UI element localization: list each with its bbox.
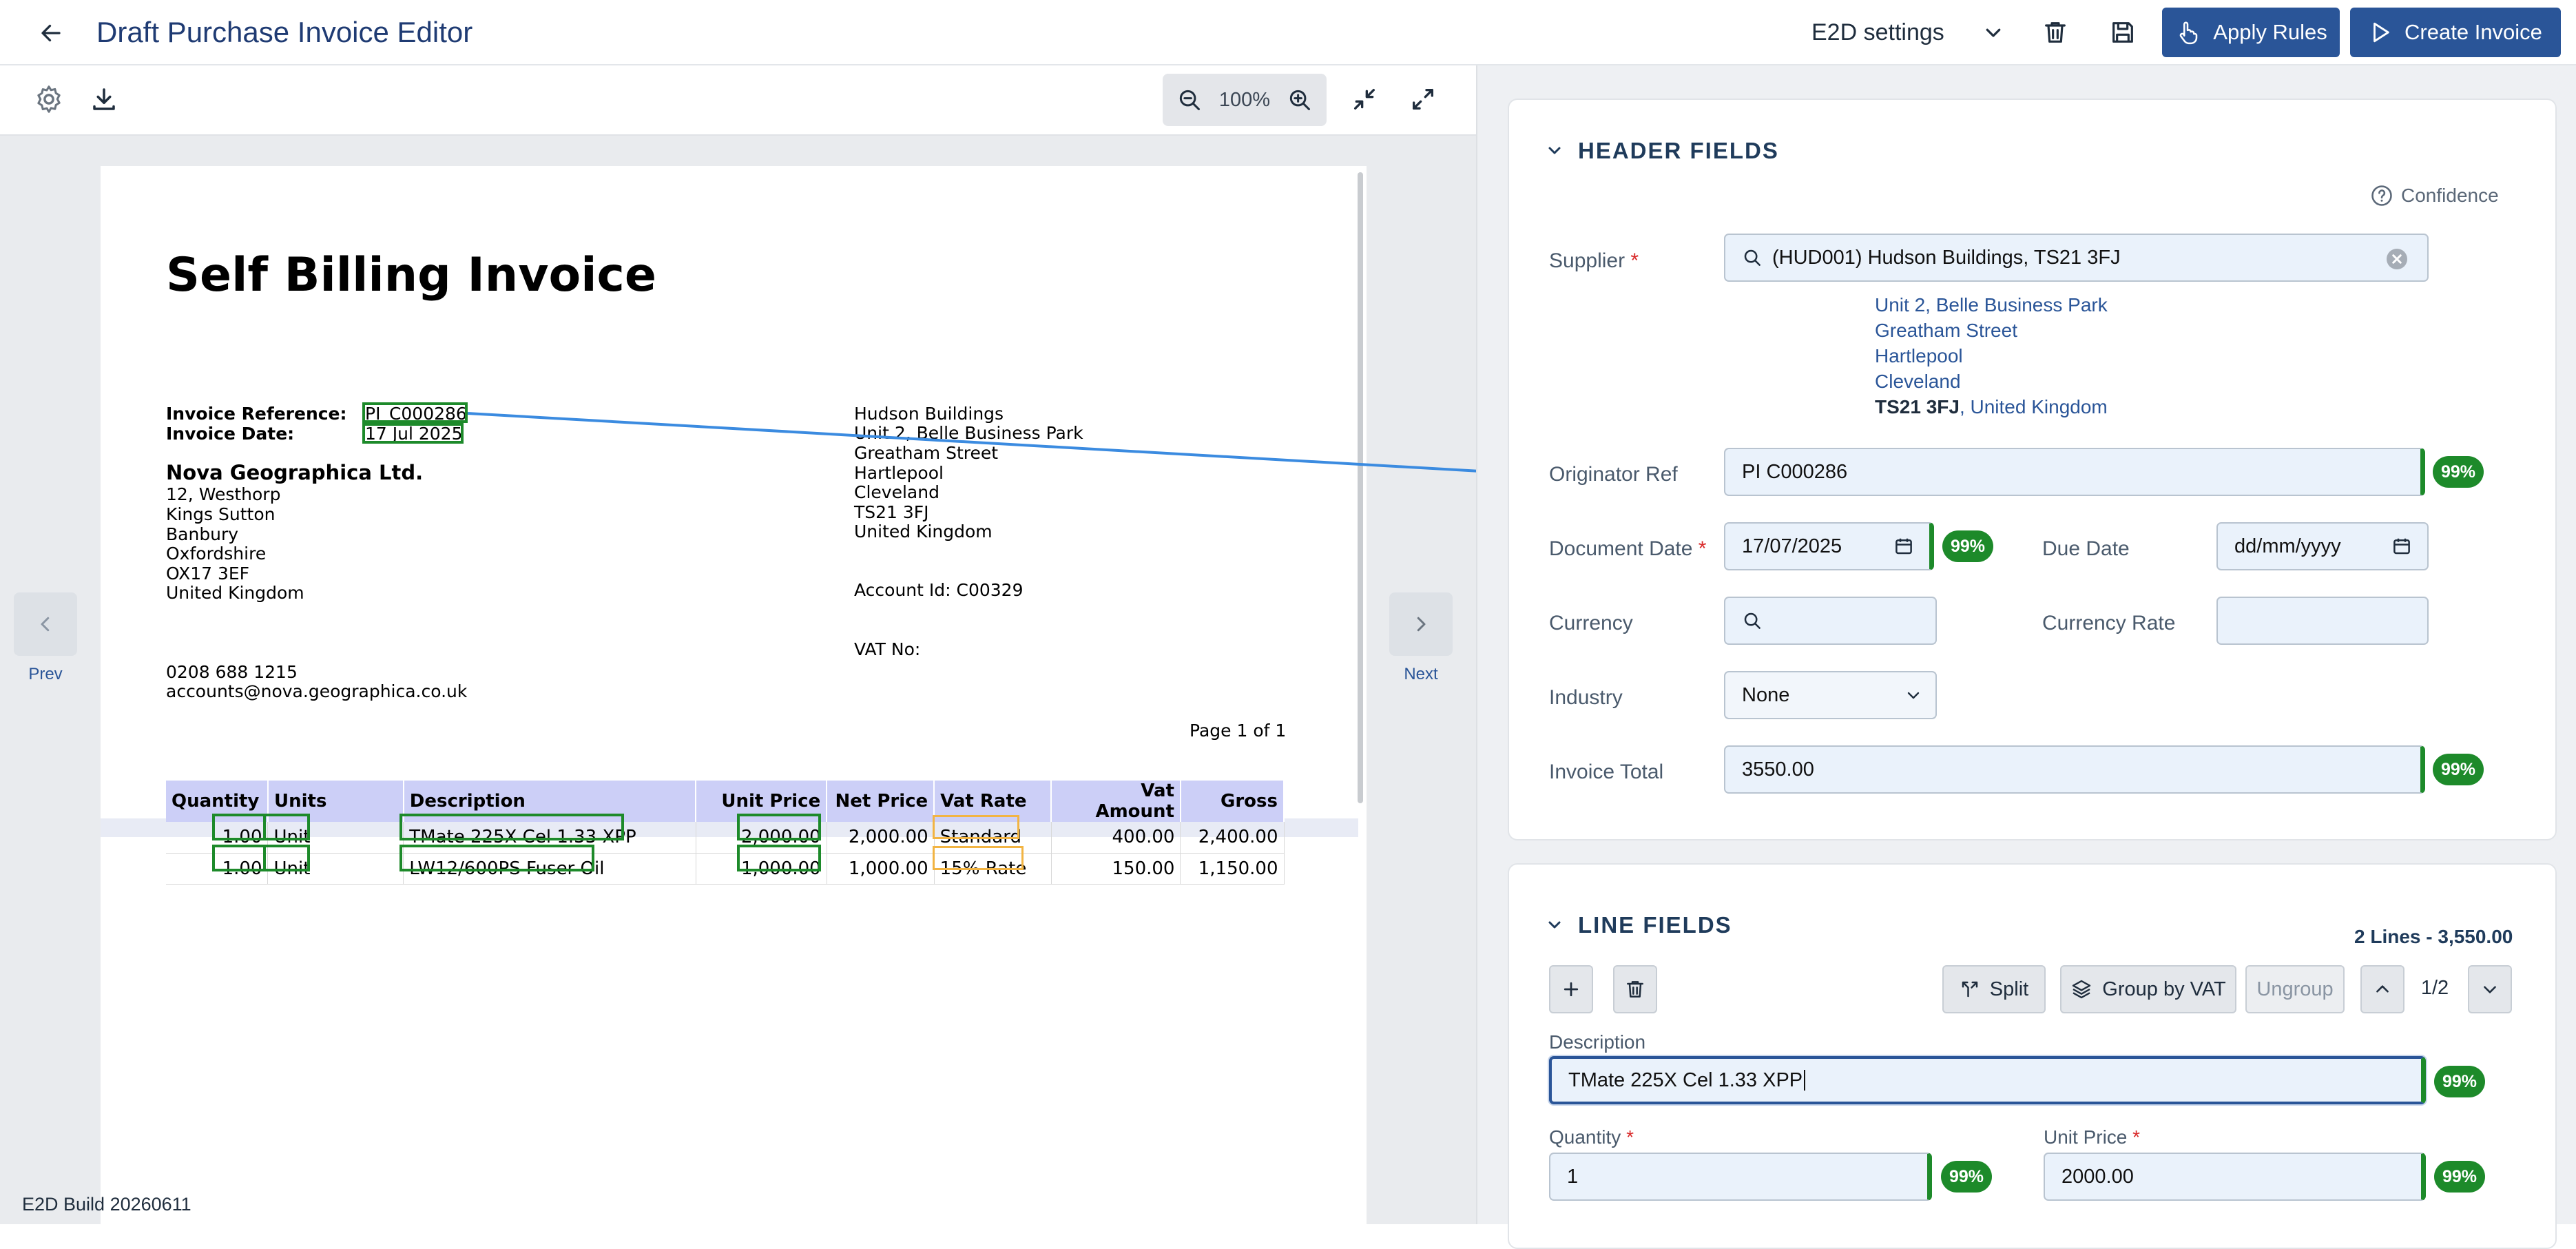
industry-select[interactable]: None: [1724, 671, 1937, 719]
extracted-units-box[interactable]: [263, 814, 310, 840]
confidence-badge: 99%: [2434, 1161, 2485, 1193]
table-row[interactable]: 1.00 Unit TMate 225X Cel 1.33 XPP 2,000.…: [166, 822, 1285, 854]
split-label: Split: [1989, 978, 2029, 1000]
chevron-down-icon: [1907, 692, 1920, 699]
supplier-address-line: Cleveland: [1875, 371, 1961, 392]
currency-rate-input[interactable]: [2216, 597, 2429, 645]
supplier-label: Supplier *: [1549, 249, 1639, 272]
line-fields-toggle[interactable]: LINE FIELDS: [1546, 912, 1732, 938]
add-line-button[interactable]: [1549, 965, 1593, 1013]
supplier-postcode: TS21 3FJ: [1875, 396, 1960, 417]
table-row[interactable]: 1.00 Unit LW12/600PS Fuser Oil 1,000.00 …: [166, 853, 1285, 885]
chevron-down-icon: [1548, 147, 1561, 154]
extracted-unit-price-box[interactable]: [737, 814, 821, 840]
plus-icon: [1564, 982, 1579, 997]
quantity-label: Quantity *: [1549, 1126, 1634, 1148]
column-header: Vat Amount: [1051, 781, 1181, 822]
table-cell: 400.00: [1051, 822, 1181, 854]
confidence-badge: 99%: [1942, 530, 1993, 562]
question-circle-icon: [2371, 185, 2392, 206]
confidence-toggle[interactable]: Confidence: [2369, 183, 2499, 208]
calendar-icon: [1895, 538, 1912, 555]
confidence-badge: 99%: [1941, 1161, 1992, 1193]
table-cell: 2,400.00: [1180, 822, 1285, 854]
trash-icon: [1627, 981, 1643, 998]
close-circle-icon: [2387, 249, 2407, 269]
column-header: Net Price: [827, 781, 935, 822]
group-by-vat-label: Group by VAT: [2102, 978, 2226, 1000]
unit-price-label: Unit Price *: [2044, 1126, 2141, 1148]
supplier-value: (HUD001) Hudson Buildings, TS21 3FJ: [1772, 246, 2121, 269]
line-pager: 1/2: [2420, 977, 2449, 999]
supplier-address-line: Hartlepool: [1875, 345, 1963, 367]
line-fields-title: LINE FIELDS: [1578, 912, 1732, 938]
invoice-total-label: Invoice Total: [1549, 761, 1664, 783]
clear-supplier-button[interactable]: [2385, 247, 2409, 271]
search-icon: [1744, 612, 1760, 629]
vat-rate-box[interactable]: [933, 815, 1019, 839]
build-label: E2D Build 20260611: [22, 1194, 191, 1215]
document-date-label: Document Date *: [1549, 537, 1707, 560]
chevron-up-icon: [2376, 985, 2389, 993]
table-cell: 1,150.00: [1180, 853, 1285, 885]
group-by-vat-button[interactable]: Group by VAT: [2060, 965, 2236, 1013]
ungroup-button[interactable]: Ungroup: [2245, 965, 2345, 1013]
table-cell: 2,000.00: [827, 822, 935, 854]
description-label: Description: [1549, 1031, 1646, 1053]
invoice-total-input[interactable]: 3550.00: [1724, 745, 2425, 794]
delete-line-button[interactable]: [1613, 965, 1657, 1013]
previous-line-button[interactable]: [2360, 965, 2404, 1013]
due-date-input[interactable]: dd/mm/yyyy: [2216, 522, 2429, 570]
chevron-down-icon: [2484, 986, 2496, 993]
confidence-badge: 99%: [2434, 1066, 2485, 1097]
confidence-badge: 99%: [2433, 754, 2484, 785]
calendar-icon: [2393, 538, 2410, 555]
lines-summary: 2 Lines - 3,550.00: [2354, 926, 2513, 947]
search-icon: [1744, 249, 1760, 266]
industry-label: Industry: [1549, 686, 1623, 709]
supplier-address-line: Unit 2, Belle Business Park: [1875, 294, 2108, 316]
supplier-search-field[interactable]: (HUD001) Hudson Buildings, TS21 3FJ: [1724, 234, 2429, 282]
supplier-address: Unit 2, Belle Business Park Greatham Str…: [1875, 292, 2108, 420]
supplier-country: , United Kingdom: [1959, 396, 2108, 417]
extracted-description-box[interactable]: [399, 814, 624, 840]
chevron-down-icon: [1548, 921, 1561, 929]
confidence-badge: 99%: [2433, 456, 2484, 488]
table-cell: 150.00: [1051, 853, 1181, 885]
currency-label: Currency: [1549, 612, 1633, 634]
currency-search-field[interactable]: [1724, 597, 1937, 645]
due-date-label: Due Date: [2042, 537, 2130, 560]
vat-rate-box[interactable]: [933, 846, 1024, 870]
header-fields-title: HEADER FIELDS: [1578, 138, 1779, 163]
supplier-address-line: Greatham Street: [1875, 320, 2017, 341]
split-button[interactable]: Split: [1942, 965, 2046, 1013]
text-cursor: [1804, 1070, 1806, 1091]
description-input[interactable]: TMate 225X Cel 1.33 XPP: [1549, 1056, 2426, 1104]
header-fields-toggle[interactable]: HEADER FIELDS: [1546, 138, 1779, 164]
table-cell: 1,000.00: [827, 853, 935, 885]
originator-ref-input[interactable]: PI C000286: [1724, 448, 2425, 496]
quantity-input[interactable]: 1: [1549, 1153, 1932, 1201]
originator-ref-label: Originator Ref: [1549, 463, 1678, 486]
industry-value: None: [1742, 683, 1790, 706]
extracted-unit-price-box[interactable]: [737, 845, 821, 871]
unit-price-input[interactable]: 2000.00: [2044, 1153, 2426, 1201]
extracted-description-box[interactable]: [399, 845, 594, 871]
description-value: TMate 225X Cel 1.33 XPP: [1568, 1069, 1803, 1091]
ungroup-label: Ungroup: [2256, 978, 2334, 1000]
layers-icon: [2073, 980, 2091, 999]
currency-rate-label: Currency Rate: [2042, 612, 2176, 634]
column-header: Gross: [1180, 781, 1285, 822]
confidence-label: Confidence: [2401, 185, 2499, 206]
next-line-button[interactable]: [2468, 965, 2512, 1013]
due-date-placeholder: dd/mm/yyyy: [2234, 535, 2341, 557]
split-icon: [1962, 981, 1978, 998]
extracted-units-box[interactable]: [263, 845, 310, 871]
line-items-table: Quantity Units Description Unit Price Ne…: [166, 781, 1285, 885]
document-date-value: 17/07/2025: [1742, 535, 1842, 557]
document-date-input[interactable]: 17/07/2025: [1724, 522, 1934, 570]
